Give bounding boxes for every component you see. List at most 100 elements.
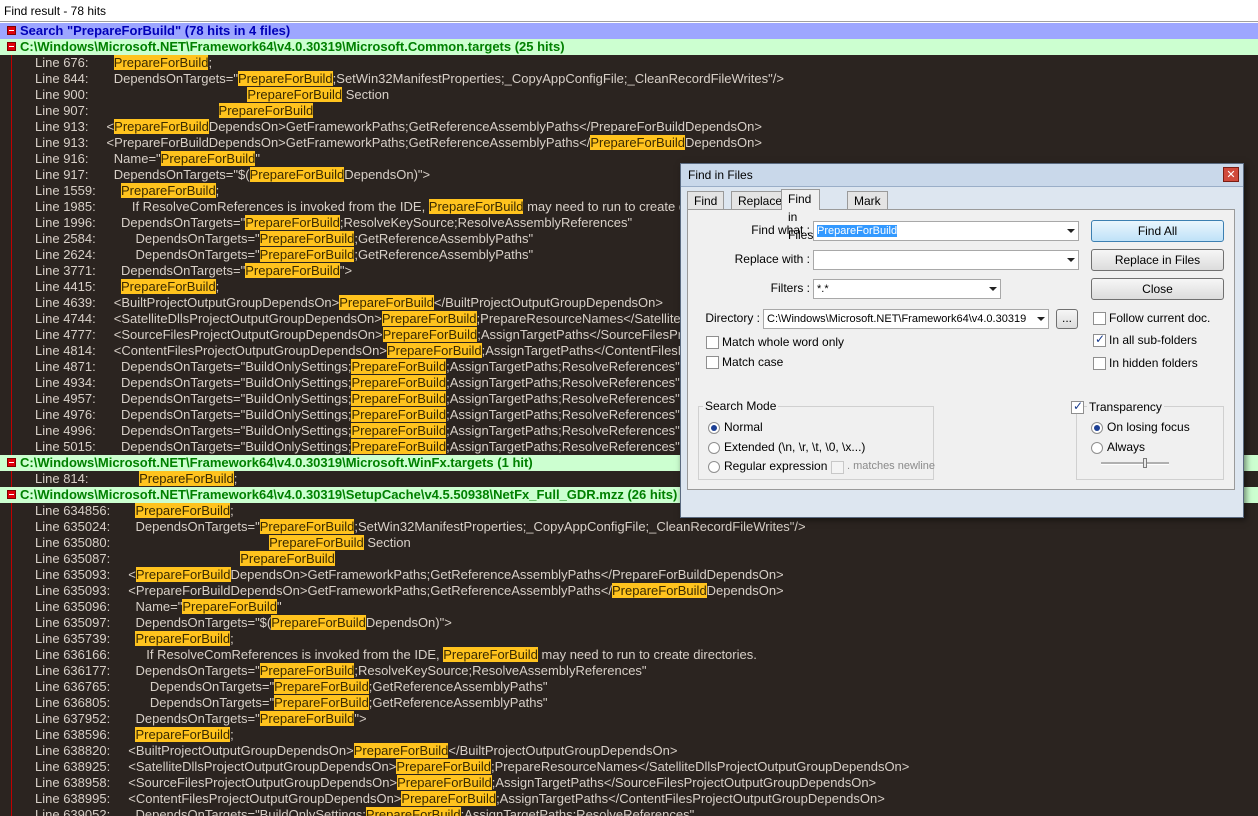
result-line-row[interactable]: Line 635093: <PrepareForBuildDependsOn>G… [0, 583, 1258, 599]
result-line-row[interactable]: Line 635087: PrepareForBuild [0, 551, 1258, 567]
result-line-row[interactable]: Line 635096: Name="PrepareForBuild" [0, 599, 1258, 615]
find-what-combo[interactable]: PrepareForBuild [813, 221, 1079, 241]
match-whole-word-checkbox[interactable] [706, 336, 719, 349]
result-line-row[interactable]: Line 635080: PrepareForBuild Section [0, 535, 1258, 551]
line-text-segment: Line 916: Name=" [35, 151, 161, 166]
line-text-segment: ; [208, 55, 213, 70]
result-line-row[interactable]: Line 636166: If ResolveComReferences is … [0, 647, 1258, 663]
transparency-checkbox[interactable] [1071, 399, 1084, 414]
close-icon[interactable]: ✕ [1223, 167, 1239, 182]
transparency-slider[interactable] [1101, 462, 1169, 465]
close-button[interactable]: Close [1091, 278, 1224, 300]
search-summary-row[interactable]: Search "PrepareForBuild" (78 hits in 4 f… [0, 23, 1258, 39]
match-highlight: PrepareForBuild [443, 647, 538, 662]
browse-directory-button[interactable]: ... [1056, 309, 1078, 329]
result-line-text: Line 4639: <BuiltProjectOutputGroupDepen… [35, 295, 663, 311]
chevron-down-icon[interactable] [989, 287, 997, 291]
result-line-row[interactable]: Line 636177: DependsOnTargets="PrepareFo… [0, 663, 1258, 679]
follow-current-doc-checkbox[interactable] [1093, 312, 1106, 325]
line-text-segment: ;GetReferenceAssemblyPaths" [354, 247, 534, 262]
collapse-icon[interactable] [7, 490, 16, 499]
result-line-row[interactable]: Line 635093: <PrepareForBuildDependsOn>G… [0, 567, 1258, 583]
find-all-button[interactable]: Find All [1091, 220, 1224, 242]
line-text-segment: Line 4996: DependsOnTargets="BuildOnlySe… [35, 423, 352, 438]
result-line-text: Line 4871: DependsOnTargets="BuildOnlySe… [35, 359, 680, 375]
tab-find-in-files[interactable]: Find in Files [781, 189, 821, 242]
match-highlight: PrepareForBuild [139, 471, 234, 486]
result-line-row[interactable]: Line 900: PrepareForBuild Section [0, 87, 1258, 103]
transparency-slider-thumb[interactable] [1143, 458, 1148, 468]
replace-in-files-button[interactable]: Replace in Files [1091, 249, 1224, 271]
result-line-row[interactable]: Line 638925: <SatelliteDllsProjectOutput… [0, 759, 1258, 775]
result-line-row[interactable]: Line 638820: <BuiltProjectOutputGroupDep… [0, 743, 1258, 759]
match-highlight: PrepareForBuild [135, 727, 231, 742]
line-text-segment: Line 4639: <BuiltProjectOutputGroupDepen… [35, 295, 340, 310]
match-highlight: PrepareForBuild [351, 439, 447, 454]
match-highlight: PrepareForBuild [259, 519, 355, 534]
result-line-row[interactable]: Line 913: <PrepareForBuildDependsOn>GetF… [0, 135, 1258, 151]
line-text-segment: Line 5015: DependsOnTargets="BuildOnlySe… [35, 439, 352, 454]
chevron-down-icon[interactable] [1067, 229, 1075, 233]
result-line-row[interactable]: Line 913: <PrepareForBuildDependsOn>GetF… [0, 119, 1258, 135]
line-text-segment: Line 638820: <BuiltProjectOutputGroupDep… [35, 743, 354, 758]
result-line-text: Line 637952: DependsOnTargets="PrepareFo… [35, 711, 367, 727]
result-line-row[interactable]: Line 635097: DependsOnTargets="$(Prepare… [0, 615, 1258, 631]
in-all-subfolders-checkbox[interactable] [1093, 332, 1106, 347]
line-text-segment: DependsOn)"> [365, 615, 452, 630]
line-text-segment: Line 635093: <PrepareForBuildDependsOn>G… [35, 583, 613, 598]
match-highlight: PrepareForBuild [121, 279, 216, 294]
result-line-row[interactable]: Line 639052: DependsOnTargets="BuildOnly… [0, 807, 1258, 816]
result-line-row[interactable]: Line 638958: <SourceFilesProjectOutputGr… [0, 775, 1258, 791]
result-line-row[interactable]: Line 636805: DependsOnTargets="PrepareFo… [0, 695, 1258, 711]
line-text-segment: ; [230, 503, 234, 518]
line-text-segment: ;AssignTargetPaths;ResolveReferences" [446, 359, 680, 374]
line-text-segment: Line 907: [35, 103, 219, 118]
result-line-row[interactable]: Line 638995: <ContentFilesProjectOutputG… [0, 791, 1258, 807]
line-text-segment: "> [339, 263, 353, 278]
in-hidden-folders-checkbox[interactable] [1093, 357, 1106, 370]
directory-combo[interactable]: C:\Windows\Microsoft.NET\Framework64\v4.… [763, 309, 1049, 329]
result-line-text: Line 635093: <PrepareForBuildDependsOn>G… [35, 567, 784, 583]
collapse-icon[interactable] [7, 42, 16, 51]
result-line-text: Line 636166: If ResolveComReferences is … [35, 647, 757, 663]
line-text-segment: Line 636805: DependsOnTargets=" [35, 695, 275, 710]
tab-mark[interactable]: Mark [847, 191, 888, 209]
search-mode-title: Search Mode [703, 399, 779, 413]
result-line-row[interactable]: Line 676: PrepareForBuild; [0, 55, 1258, 71]
chevron-down-icon[interactable] [1037, 317, 1045, 321]
result-line-row[interactable]: Line 635024: DependsOnTargets="PrepareFo… [0, 519, 1258, 535]
result-line-row[interactable]: Line 636765: DependsOnTargets="PrepareFo… [0, 679, 1258, 695]
mode-normal-radio[interactable] [708, 422, 720, 434]
match-highlight: PrepareForBuild [351, 407, 447, 422]
file-header-row[interactable]: C:\Windows\Microsoft.NET\Framework64\v4.… [0, 39, 1258, 55]
in-all-subfolders-label: In all sub-folders [1109, 333, 1198, 347]
on-losing-focus-radio[interactable] [1091, 422, 1103, 434]
mode-extended-radio[interactable] [708, 442, 720, 454]
result-line-row[interactable]: Line 637952: DependsOnTargets="PrepareFo… [0, 711, 1258, 727]
matches-newline-checkbox[interactable] [831, 461, 844, 474]
result-line-row[interactable]: Line 635739: PrepareForBuild; [0, 631, 1258, 647]
tab-find[interactable]: Find [687, 191, 725, 209]
collapse-icon[interactable] [7, 26, 16, 35]
match-highlight: PrepareForBuild [182, 599, 278, 614]
result-line-row[interactable]: Line 638596: PrepareForBuild; [0, 727, 1258, 743]
always-radio[interactable] [1091, 442, 1103, 454]
collapse-icon[interactable] [7, 458, 16, 467]
result-line-row[interactable]: Line 907: PrepareForBuild [0, 103, 1258, 119]
line-text-segment: ;ResolveKeySource;ResolveAssemblyReferen… [339, 215, 633, 230]
result-line-row[interactable]: Line 844: DependsOnTargets="PrepareForBu… [0, 71, 1258, 87]
match-highlight: PrepareForBuild [135, 567, 231, 582]
mode-regex-radio[interactable] [708, 461, 720, 473]
replace-with-label: Replace with : [734, 252, 810, 266]
match-case-checkbox[interactable] [706, 356, 719, 369]
filters-combo[interactable]: *.* [813, 279, 1001, 299]
line-text-segment: Line 2584: DependsOnTargets=" [35, 231, 260, 246]
match-highlight: PrepareForBuild [365, 807, 461, 816]
filters-label: Filters : [770, 281, 810, 295]
replace-with-combo[interactable] [813, 250, 1079, 270]
chevron-down-icon[interactable] [1067, 258, 1075, 262]
line-text-segment: Line 638925: <SatelliteDllsProjectOutput… [35, 759, 397, 774]
line-text-segment: C:\Windows\Microsoft.NET\Framework64\v4.… [20, 39, 565, 54]
matches-newline-label: . matches newline [847, 460, 936, 472]
line-text-segment: ;AssignTargetPaths;ResolveReferences" [446, 423, 680, 438]
